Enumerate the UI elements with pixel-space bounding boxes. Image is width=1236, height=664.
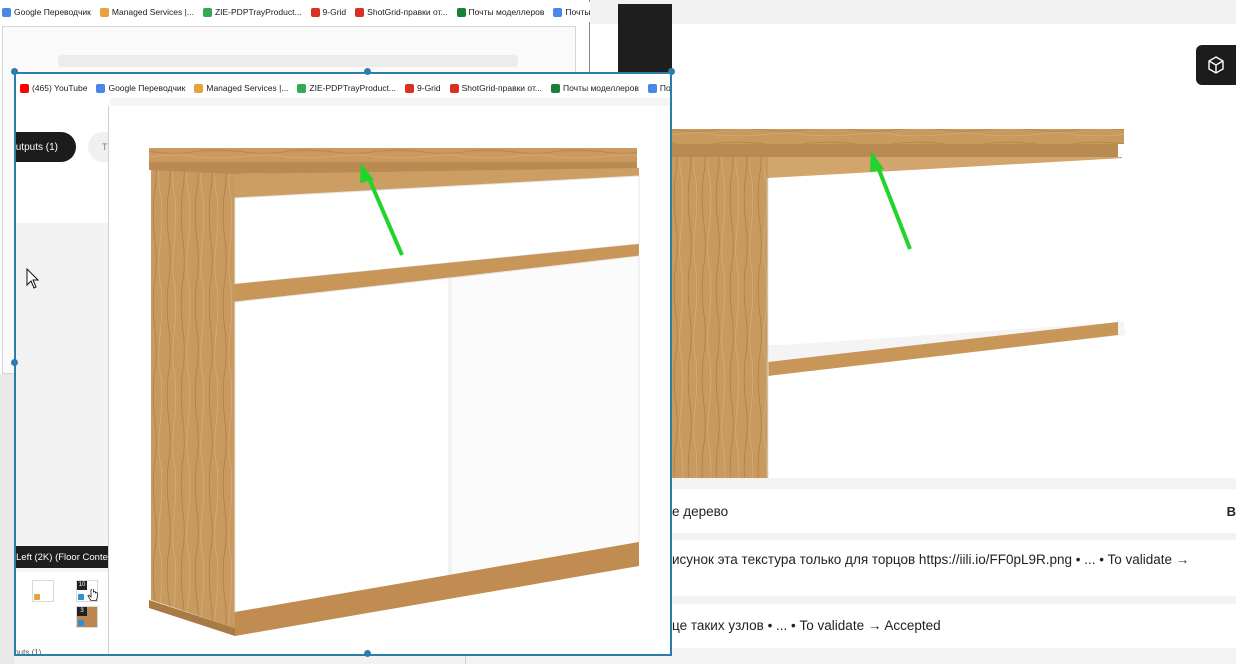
- comment-item[interactable]: е дерево B: [672, 489, 1236, 533]
- bookmark-label: ZIE-PDPTrayProduct...: [309, 83, 397, 93]
- bookmarks-bar: Google Переводчик Managed Services |... …: [0, 2, 590, 22]
- thumbnail-item[interactable]: 10: [76, 580, 98, 602]
- cube-icon: [1208, 56, 1224, 74]
- hand-pointer-icon: [87, 589, 98, 601]
- bookmark-label: 9-Grid: [322, 7, 347, 17]
- bookmark-label: Почты моделлеров: [468, 7, 545, 17]
- mouse-pointer-icon: [26, 268, 40, 289]
- bookmarks-bar: (465) YouTube Google Переводчик Managed …: [20, 78, 671, 98]
- comment-item[interactable]: це таких узлов • ... • To validate → Acc…: [672, 604, 1236, 648]
- bookmark-item[interactable]: ShotGrid-правки от...: [355, 7, 448, 17]
- bookmark-item[interactable]: 9-Grid: [405, 83, 441, 93]
- bookmark-icon: [553, 7, 563, 17]
- bookmark-label: ZIE-PDPTrayProduct...: [214, 7, 302, 17]
- bookmark-item[interactable]: Google Переводчик: [2, 7, 91, 17]
- resize-handle[interactable]: [11, 68, 18, 75]
- outputs-footer-label: tputs (1): [14, 648, 42, 656]
- bookmark-label: Managed Services |...: [111, 7, 194, 17]
- translate-icon: [96, 83, 106, 93]
- bookmark-icon: [99, 7, 109, 17]
- bookmark-item[interactable]: Почты: [647, 83, 671, 93]
- outputs-tab-button[interactable]: utputs (1): [15, 132, 76, 162]
- bookmark-icon: [2, 7, 11, 17]
- resize-handle[interactable]: [668, 68, 675, 75]
- bookmark-icon: [194, 83, 204, 93]
- bookmark-item[interactable]: (465) YouTube: [20, 83, 87, 93]
- tooltip-text: Left (2K) (Floor Conte: [16, 551, 108, 563]
- bookmark-item[interactable]: Почты моделлеров: [456, 7, 545, 17]
- thumbnail-count-badge: 3: [77, 607, 87, 616]
- cabinet-render-image: [149, 148, 640, 636]
- thumbnail-count-badge: 10: [77, 581, 87, 590]
- youtube-icon: [20, 83, 29, 93]
- bookmark-label: Почты: [659, 83, 671, 93]
- tab-label: T: [102, 142, 108, 152]
- bookmark-item[interactable]: ShotGrid-правки от...: [449, 83, 542, 93]
- thumbnail-item[interactable]: [32, 580, 54, 602]
- bookmark-icon: [405, 83, 415, 93]
- app-top-strip: [672, 0, 1236, 24]
- resize-handle[interactable]: [364, 68, 371, 75]
- dark-panel: [618, 4, 672, 80]
- bookmark-icon: [449, 83, 459, 93]
- bookmark-icon: [456, 7, 466, 17]
- bookmark-item[interactable]: Почты моделлеров: [551, 83, 639, 93]
- bookmark-icon: [355, 7, 365, 17]
- bookmark-label: Почты визер: [565, 7, 590, 17]
- comparison-image-panel[interactable]: [108, 106, 670, 654]
- resize-handle[interactable]: [11, 359, 18, 366]
- bookmark-item[interactable]: Managed Services |...: [194, 83, 288, 93]
- thumbnail-marker-icon: [78, 594, 84, 600]
- bookmark-icon: [310, 7, 320, 17]
- comment-text: це таких узлов • ... • To validate → Acc…: [672, 618, 941, 633]
- comment-text: исунок эта текстура только для торцов ht…: [672, 552, 1190, 567]
- thumbnail-marker-icon: [78, 620, 84, 626]
- front-browser-window[interactable]: (465) YouTube Google Переводчик Managed …: [14, 72, 672, 656]
- desktop-screenshot: е дерево B исунок эта текстура только дл…: [0, 0, 1236, 664]
- bookmark-label: Google Переводчик: [14, 7, 91, 17]
- thumbnail-item[interactable]: 3: [76, 606, 98, 628]
- bookmark-label: Google Переводчик: [108, 83, 186, 93]
- comment-action-icon[interactable]: B: [1227, 504, 1236, 519]
- bookmark-item[interactable]: Почты визер: [553, 7, 590, 17]
- bookmark-label: Почты моделлеров: [563, 83, 639, 93]
- bookmark-label: 9-Grid: [417, 83, 441, 93]
- cabinet-top-preview: [58, 55, 518, 67]
- front-page-body: utputs (1) T Left (2K) (Floor Conte 10 3: [14, 98, 670, 656]
- back-left-strip: [0, 374, 14, 664]
- thumbnail-marker-icon: [34, 594, 40, 600]
- comment-item[interactable]: исунок эта текстура только для торцов ht…: [672, 540, 1236, 596]
- outputs-tab-label: utputs (1): [15, 141, 58, 153]
- bookmark-label: ShotGrid-правки от...: [367, 7, 448, 17]
- drive-icon: [297, 83, 307, 93]
- bookmark-item[interactable]: Google Переводчик: [96, 83, 185, 93]
- sheets-icon: [551, 83, 560, 93]
- bookmark-icon: [202, 7, 212, 17]
- bookmark-item[interactable]: ZIE-PDPTrayProduct...: [297, 83, 396, 93]
- bookmark-item[interactable]: Managed Services |...: [99, 7, 194, 17]
- bookmark-label: ShotGrid-правки от...: [461, 83, 542, 93]
- bookmark-item[interactable]: ZIE-PDPTrayProduct...: [202, 7, 302, 17]
- docs-icon: [647, 83, 657, 93]
- thumbnail-strip: 10 3: [16, 572, 110, 654]
- bookmark-item[interactable]: 9-Grid: [310, 7, 347, 17]
- thumbnail-tooltip: Left (2K) (Floor Conte: [16, 546, 114, 568]
- bookmark-label: (465) YouTube: [32, 83, 88, 93]
- resize-handle[interactable]: [364, 650, 371, 657]
- 3d-view-button[interactable]: [1196, 45, 1236, 85]
- comment-text: е дерево: [672, 504, 729, 519]
- bookmark-label: Managed Services |...: [206, 83, 289, 93]
